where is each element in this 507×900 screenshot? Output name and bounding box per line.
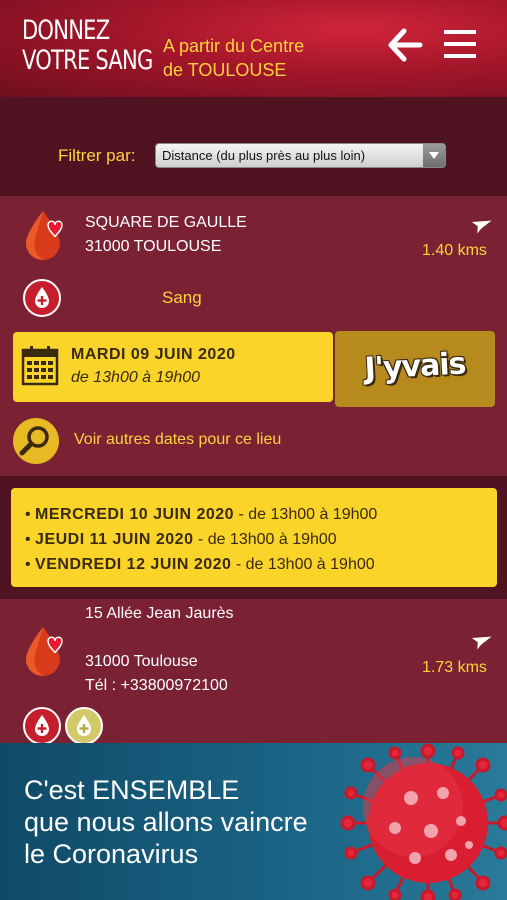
sort-select[interactable]: Distance (du plus près au plus loin) [155, 143, 446, 168]
plane-icon [471, 636, 492, 650]
next-date: MARDI 09 JUIN 2020 [71, 346, 236, 363]
sort-select-value: Distance (du plus près au plus loin) [162, 148, 366, 163]
other-hours: - de 13h00 à 19h00 [193, 531, 337, 548]
jyvais-label: J'yvais [363, 346, 467, 387]
site-distance: 1.73 kms [422, 659, 487, 676]
menu-button[interactable] [443, 28, 477, 60]
coronavirus-icon [340, 743, 507, 900]
site-distance: 1.40 kms [422, 242, 487, 259]
next-hours: de 13h00 à 19h00 [71, 369, 201, 386]
site-address: 15 Allée Jean Jaurès 31000 Toulouse Tél … [85, 602, 234, 698]
address-line-1: 15 Allée Jean Jaurès [85, 605, 234, 622]
hamburger-menu-icon [444, 30, 476, 58]
coronavirus-banner[interactable]: C'est ENSEMBLE que nous allons vaincre l… [0, 743, 507, 900]
filter-label: Filtrer par: [58, 146, 136, 165]
donation-type: Sang [162, 288, 202, 307]
chevron-down-icon [423, 144, 445, 167]
search-dates-button[interactable] [13, 418, 59, 464]
blood-drop-plus-icon [35, 287, 49, 308]
logo: DONNEZ VOTRE SANG [22, 15, 153, 76]
blood-drop-plus-icon [35, 715, 49, 736]
banner-line-3: le Coronavirus [24, 839, 199, 869]
banner-text: C'est ENSEMBLE que nous allons vaincre l… [24, 774, 308, 870]
blood-drop-heart-icon [26, 211, 63, 260]
plasma-donation-badge [65, 707, 103, 745]
logo-line-1: DONNEZ [22, 15, 110, 46]
other-date: MERCREDI 10 JUIN 2020 [35, 506, 235, 523]
banner-line-1: C'est ENSEMBLE [24, 775, 240, 805]
address-line-2: 31000 TOULOUSE [85, 238, 222, 255]
list-item: • VENDREDI 12 JUIN 2020 - de 13h00 à 19h… [25, 556, 375, 573]
other-hours: - de 13h00 à 19h00 [234, 506, 378, 523]
banner-line-2: que nous allons vaincre [24, 807, 308, 837]
plasma-drop-plus-icon [77, 715, 91, 736]
blood-donation-badge [23, 279, 61, 317]
calendar-icon [21, 346, 59, 386]
back-button[interactable] [388, 28, 424, 62]
search-icon [19, 426, 49, 456]
app-header: DONNEZ VOTRE SANG A partir du Centre de … [0, 0, 507, 97]
site-address: SQUARE DE GAULLE 31000 TOULOUSE [85, 211, 247, 259]
address-line-1: SQUARE DE GAULLE [85, 214, 247, 231]
other-date: JEUDI 11 JUIN 2020 [35, 531, 194, 548]
subtitle-line-2: de TOULOUSE [163, 60, 287, 80]
arrow-left-icon [388, 28, 423, 62]
subtitle-line-1: A partir du Centre [163, 36, 305, 56]
blood-drop-heart-icon [26, 627, 63, 676]
jyvais-button[interactable]: J'yvais [335, 331, 495, 407]
logo-line-2: VOTRE SANG [22, 45, 153, 76]
site-phone: Tél : +33800972100 [85, 677, 228, 694]
center-subtitle: A partir du Centre de TOULOUSE [163, 34, 304, 82]
list-item: • MERCREDI 10 JUIN 2020 - de 13h00 à 19h… [25, 506, 378, 523]
other-hours: - de 13h00 à 19h00 [231, 556, 375, 573]
list-item: • JEUDI 11 JUIN 2020 - de 13h00 à 19h00 [25, 531, 337, 548]
other-dates-list: • MERCREDI 10 JUIN 2020 - de 13h00 à 19h… [11, 488, 497, 587]
plane-icon [471, 220, 492, 234]
address-line-2: 31000 Toulouse [85, 653, 198, 670]
other-date: VENDREDI 12 JUIN 2020 [35, 556, 232, 573]
other-dates-link[interactable]: Voir autres dates pour ce lieu [74, 431, 281, 449]
next-date-box: MARDI 09 JUIN 2020 de 13h00 à 19h00 [13, 332, 333, 402]
blood-donation-badge [23, 707, 61, 745]
